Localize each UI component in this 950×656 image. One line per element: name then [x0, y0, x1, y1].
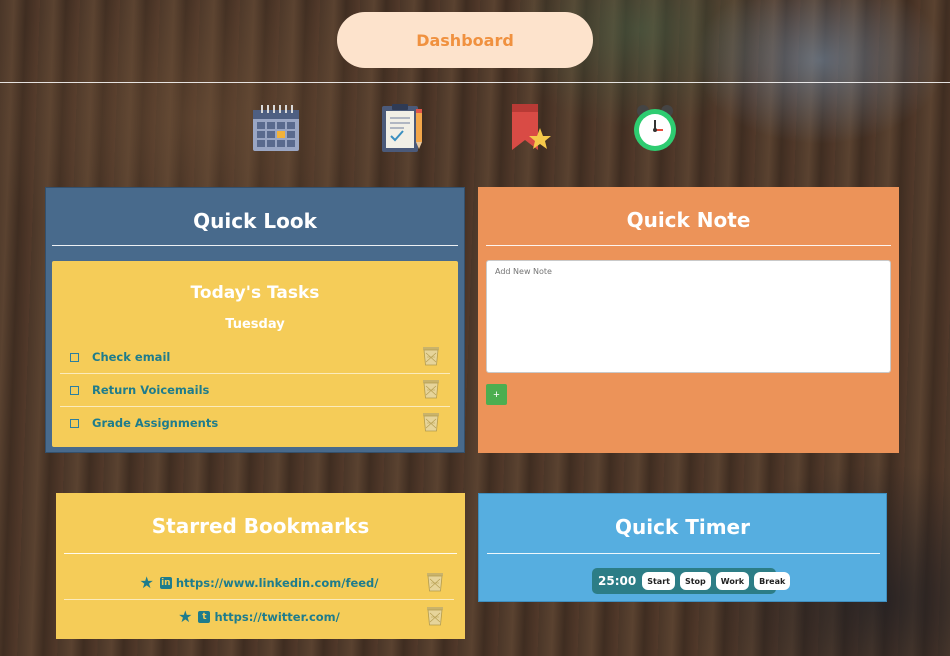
task-checkbox[interactable]	[70, 352, 79, 362]
timer-display: 25:00	[598, 574, 637, 588]
task-checkbox[interactable]	[70, 385, 79, 395]
quick-note-title: Quick Note	[626, 208, 751, 232]
quick-timer-card: Quick Timer 25:00 Start Stop Work Break	[478, 493, 887, 602]
calendar-icon[interactable]	[248, 100, 304, 156]
bookmarks-divider	[64, 553, 457, 554]
new-note-textarea[interactable]	[486, 260, 891, 373]
quick-note-card: Quick Note +	[478, 187, 899, 453]
task-checkbox[interactable]	[70, 418, 79, 428]
task-label: Check email	[92, 350, 171, 364]
task-label: Return Voicemails	[92, 383, 210, 397]
trash-icon[interactable]	[422, 346, 440, 366]
top-bar: Dashboard	[0, 0, 950, 83]
clipboard-icon[interactable]	[374, 100, 430, 156]
trash-icon[interactable]	[422, 412, 440, 432]
quick-look-title: Quick Look	[193, 209, 317, 233]
bookmark-star-icon[interactable]	[502, 100, 558, 156]
trash-icon[interactable]	[422, 379, 440, 399]
trash-icon[interactable]	[426, 606, 444, 626]
work-button[interactable]: Work	[715, 572, 750, 590]
linkedin-icon: in	[159, 576, 172, 589]
timer-divider	[487, 553, 880, 554]
trash-icon[interactable]	[426, 572, 444, 592]
break-button[interactable]: Break	[754, 572, 791, 590]
dashboard-button[interactable]: Dashboard	[337, 12, 593, 68]
bookmark-row: ★ t https://twitter.com/	[64, 600, 454, 633]
todays-tasks-panel: Today's Tasks Tuesday Check email Return…	[52, 261, 458, 447]
alarm-clock-icon[interactable]	[627, 100, 683, 156]
quick-look-card: Quick Look Today's Tasks Tuesday Check e…	[45, 187, 465, 453]
twitter-icon: t	[198, 610, 211, 623]
add-note-button[interactable]: +	[486, 384, 507, 405]
task-row: Return Voicemails	[60, 374, 450, 407]
bookmarks-title: Starred Bookmarks	[151, 514, 370, 538]
task-row: Grade Assignments	[60, 407, 450, 439]
bookmark-link[interactable]: https://twitter.com/	[214, 610, 339, 624]
bookmarks-card: Starred Bookmarks ★ in https://www.linke…	[56, 493, 465, 639]
quick-look-divider	[52, 245, 458, 246]
task-label: Grade Assignments	[92, 416, 219, 430]
tasks-day: Tuesday	[225, 317, 285, 332]
star-icon: ★	[139, 573, 154, 592]
quick-timer-title: Quick Timer	[615, 515, 750, 539]
task-row: Check email	[60, 341, 450, 374]
timer-controls: 25:00 Start Stop Work Break	[592, 568, 791, 594]
stop-button[interactable]: Stop	[679, 572, 711, 590]
nav-icons-row	[0, 100, 950, 156]
todays-tasks-title: Today's Tasks	[190, 283, 320, 303]
bookmark-link[interactable]: https://www.linkedin.com/feed/	[176, 576, 379, 590]
star-icon: ★	[178, 607, 193, 626]
quick-note-divider	[486, 245, 891, 246]
bookmark-row: ★ in https://www.linkedin.com/feed/	[64, 566, 454, 600]
start-button[interactable]: Start	[642, 572, 675, 590]
